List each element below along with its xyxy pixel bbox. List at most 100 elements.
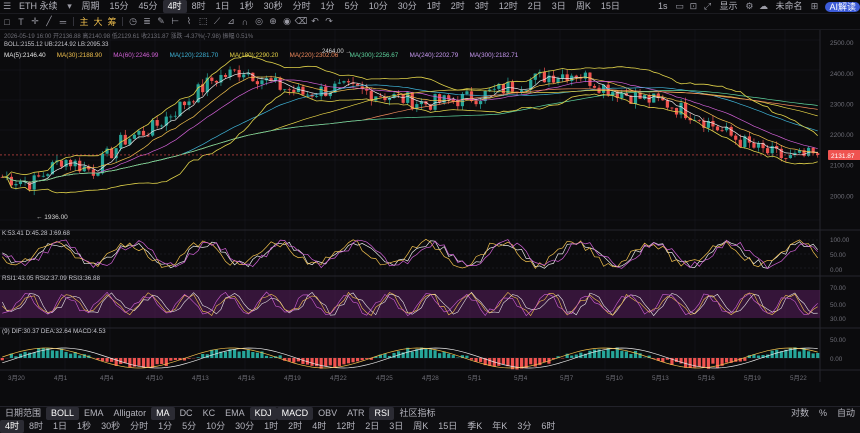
display-button[interactable]: 显示 <box>714 0 742 13</box>
timeframe-19[interactable]: 15日 <box>596 0 625 13</box>
brush-icon[interactable]: ⟋ <box>210 16 224 27</box>
bottom-timeframe-18[interactable]: 季K <box>462 420 487 433</box>
indicator-9[interactable]: MACD <box>276 407 314 420</box>
crosshair-icon[interactable]: ✛ <box>28 16 42 27</box>
path-icon[interactable]: ⌇ <box>182 16 196 27</box>
bottom-timeframe-11[interactable]: 2时 <box>283 420 307 433</box>
bottom-timeframe-17[interactable]: 15日 <box>433 420 462 433</box>
indicator-right-0[interactable]: 对数 <box>786 407 814 420</box>
clock-icon[interactable]: ◷ <box>126 16 140 27</box>
chevron-down-icon[interactable]: ▾ <box>63 1 77 12</box>
fullscreen-icon[interactable]: ⤢ <box>700 1 714 12</box>
indicator-8[interactable]: KDJ <box>249 407 277 420</box>
bottom-timeframe-5[interactable]: 分时 <box>125 420 153 433</box>
interval-button[interactable]: 1s <box>653 0 673 13</box>
indicator-2[interactable]: EMA <box>79 407 109 420</box>
kline-icon[interactable]: 主 <box>77 15 91 28</box>
bottom-timeframe-6[interactable]: 1分 <box>153 420 177 433</box>
bottom-timeframe-9[interactable]: 30分 <box>230 420 259 433</box>
indicator-4[interactable]: MA <box>151 407 175 420</box>
indicator-10[interactable]: OBV <box>313 407 342 420</box>
macd-bar <box>469 358 474 360</box>
timeframe-6[interactable]: 30秒 <box>259 0 288 13</box>
measure-icon[interactable]: ⊢ <box>168 16 182 27</box>
hline-icon[interactable]: ═ <box>56 17 70 27</box>
timeframe-11[interactable]: 30分 <box>393 0 422 13</box>
text-icon[interactable]: T <box>14 17 28 27</box>
timeframe-0[interactable]: 15分 <box>105 0 134 13</box>
timeframe-7[interactable]: 分时 <box>288 0 316 13</box>
timeframe-5[interactable]: 1秒 <box>235 0 259 13</box>
bottom-timeframe-10[interactable]: 1时 <box>259 420 283 433</box>
bottom-timeframe-19[interactable]: 年K <box>487 420 512 433</box>
target-icon[interactable]: ◎ <box>252 16 266 27</box>
cloud-icon[interactable]: ☁ <box>756 1 770 12</box>
timeframe-4[interactable]: 1日 <box>211 0 235 13</box>
bottom-timeframe-0[interactable]: 4时 <box>0 420 25 433</box>
magnet-icon[interactable]: ∩ <box>238 17 252 27</box>
timeframe-2[interactable]: 4时 <box>162 0 187 13</box>
timeframe-14[interactable]: 3时 <box>470 0 494 13</box>
chart-area[interactable]: 2026-05-19 16:00 开2136.88 高2140.98 低2129… <box>0 30 860 406</box>
settings-icon[interactable]: ⚙ <box>742 1 756 12</box>
camera-icon[interactable]: ⊡ <box>686 1 700 12</box>
indicator-1[interactable]: BOLL <box>46 407 80 420</box>
macd-bar <box>602 350 606 358</box>
indicator-right-1[interactable]: % <box>814 407 832 420</box>
bottom-timeframe-16[interactable]: 周K <box>408 420 433 433</box>
timeframe-16[interactable]: 2日 <box>523 0 547 13</box>
timeframe-18[interactable]: 周K <box>571 0 596 13</box>
timeframe-17[interactable]: 3日 <box>547 0 571 13</box>
timeframe-13[interactable]: 2时 <box>446 0 470 13</box>
bottom-timeframe-4[interactable]: 30秒 <box>96 420 125 433</box>
indicator-13[interactable]: 社区指标 <box>394 407 440 420</box>
bottom-timeframe-2[interactable]: 1日 <box>48 420 72 433</box>
layout-icon[interactable]: ▭ <box>672 1 686 12</box>
kdj-axis-0: 100.00 <box>830 237 850 244</box>
shapes-icon[interactable]: ⬚ <box>196 16 210 27</box>
fib-icon[interactable]: ≣ <box>140 16 154 27</box>
lock-icon[interactable]: ⊕ <box>266 16 280 27</box>
bottom-timeframe-13[interactable]: 12时 <box>331 420 360 433</box>
timeframe-10[interactable]: 10分 <box>364 0 393 13</box>
bottom-timeframe-8[interactable]: 10分 <box>201 420 230 433</box>
square-icon[interactable]: □ <box>0 17 14 27</box>
bottom-timeframe-20[interactable]: 3分 <box>512 420 536 433</box>
indicator-0[interactable]: 日期范围 <box>0 407 46 420</box>
pen-icon[interactable]: ✎ <box>154 16 168 27</box>
line-icon[interactable]: ╱ <box>42 16 56 27</box>
timeframe-1[interactable]: 45分 <box>134 0 163 13</box>
indicator-11[interactable]: ATR <box>342 407 369 420</box>
menu-icon[interactable]: ☰ <box>0 1 14 12</box>
indicator-right-2[interactable]: 自动 <box>832 407 860 420</box>
timeframe-3[interactable]: 8时 <box>187 0 211 13</box>
indicator-12[interactable]: RSI <box>369 407 395 420</box>
ruler-icon[interactable]: ⊿ <box>224 16 238 27</box>
bottom-timeframe-7[interactable]: 5分 <box>177 420 201 433</box>
indicator-3[interactable]: Alligator <box>109 407 152 420</box>
timeframe-9[interactable]: 5分 <box>340 0 364 13</box>
price-axis-label-1: 2400.00 <box>830 71 854 78</box>
ai-badge[interactable]: AI解读 <box>825 1 860 12</box>
bottom-timeframe-14[interactable]: 2日 <box>360 420 384 433</box>
eye-icon[interactable]: ◉ <box>280 16 294 27</box>
large-icon[interactable]: 大 <box>91 15 105 28</box>
timeframe-15[interactable]: 12时 <box>494 0 523 13</box>
bottom-timeframe-21[interactable]: 6时 <box>536 420 560 433</box>
order-icon[interactable]: 筹 <box>105 15 119 28</box>
redo-icon[interactable]: ↷ <box>322 16 336 27</box>
timeframe-8[interactable]: 1分 <box>316 0 340 13</box>
timeframe-12[interactable]: 1时 <box>422 0 446 13</box>
indicator-7[interactable]: EMA <box>220 407 250 420</box>
bottom-timeframe-3[interactable]: 1秒 <box>72 420 96 433</box>
user-name[interactable]: 未命名 <box>770 0 807 13</box>
indicator-5[interactable]: DC <box>175 407 198 420</box>
bottom-timeframe-12[interactable]: 4时 <box>307 420 331 433</box>
bottom-timeframe-1[interactable]: 8时 <box>24 420 48 433</box>
trash-icon[interactable]: ⌫ <box>294 16 308 27</box>
undo-icon[interactable]: ↶ <box>308 16 322 27</box>
bottom-timeframe-15[interactable]: 3日 <box>384 420 408 433</box>
indicator-6[interactable]: KC <box>198 407 221 420</box>
expand-icon[interactable]: ⊞ <box>807 1 821 12</box>
symbol-selector[interactable]: ETH 永续 <box>14 0 63 13</box>
